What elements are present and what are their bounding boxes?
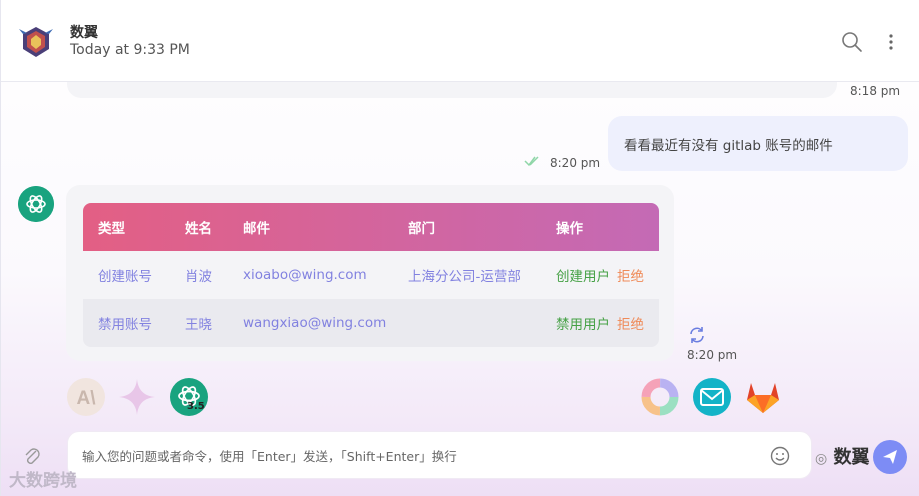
outgoing-message-time: 8:20 pm [550,156,601,170]
read-check-icon [524,156,539,167]
table-row: 禁用账号 王晓 wangxiao@wing.com 禁用用户 拒绝 [83,299,659,347]
incoming-message-time: 8:20 pm [687,348,738,362]
message-input-box [67,431,812,479]
cell-type: 创建账号 [98,269,152,285]
column-header-department: 部门 [408,221,435,237]
outgoing-message-text: 看看最近有没有 gitlab 账号的邮件 [624,138,833,154]
chat-window: 数翼 Today at 9:33 PM 8:18 pm 看看最近有没有 gitl… [0,0,919,496]
disable-user-button[interactable]: 禁用用户 [556,313,610,333]
refresh-icon[interactable] [688,326,706,344]
create-user-button[interactable]: 创建用户 [556,265,610,285]
watermark-right-text: 数翼 [833,447,870,468]
email-accounts-table: 类型 姓名 邮件 部门 操作 创建账号 肖波 xioabo@wing.com 上… [83,203,659,347]
cell-name: 王晓 [185,317,212,333]
outgoing-message-bubble: 看看最近有没有 gitlab 账号的邮件 [608,116,908,171]
cell-name: 肖波 [185,269,212,285]
openai-icon [18,186,54,222]
chat-avatar-icon[interactable] [19,25,53,59]
previous-message-bubble [67,82,837,98]
column-header-email: 邮件 [243,221,270,237]
column-header-action: 操作 [556,221,583,237]
column-header-name: 姓名 [185,221,212,237]
previous-message-time: 8:18 pm [850,84,901,98]
cell-department: 上海分公司-运营部 [408,269,521,285]
send-icon [883,450,897,464]
more-options-icon[interactable] [885,31,897,53]
wechat-icon: ◎ [815,451,828,467]
watermark-right: ◎ 数翼 [815,443,870,469]
send-button[interactable] [873,440,907,474]
chat-header: 数翼 Today at 9:33 PM [1,0,919,82]
chat-subtitle: Today at 9:33 PM [70,42,190,58]
cell-type: 禁用账号 [98,317,152,333]
watermark-left: 大数跨境 [9,471,77,491]
mail-icon[interactable] [692,377,732,417]
cell-email[interactable]: wangxiao@wing.com [243,315,386,331]
chat-title: 数翼 [70,25,98,41]
attach-icon[interactable] [23,446,41,468]
gemini-icon[interactable] [117,377,157,417]
table-row: 创建账号 肖波 xioabo@wing.com 上海分公司-运营部 创建用户 拒… [83,251,659,299]
reject-button[interactable]: 拒绝 [617,265,644,285]
model-count-badge: 3.5 [187,401,205,412]
anthropic-icon[interactable]: A\ [66,377,106,417]
cell-email[interactable]: xioabo@wing.com [243,267,367,283]
table-header-row: 类型 姓名 邮件 部门 操作 [83,203,659,251]
gitlab-icon[interactable] [743,377,783,417]
colorful-ring-icon[interactable] [640,377,680,417]
message-input[interactable] [82,444,762,468]
incoming-message-bubble: 类型 姓名 邮件 部门 操作 创建账号 肖波 xioabo@wing.com 上… [66,185,674,361]
svg-text:A\: A\ [77,388,97,409]
reject-button[interactable]: 拒绝 [617,313,644,333]
search-icon[interactable] [841,31,863,53]
column-header-type: 类型 [98,221,125,237]
emoji-icon[interactable] [770,446,790,466]
